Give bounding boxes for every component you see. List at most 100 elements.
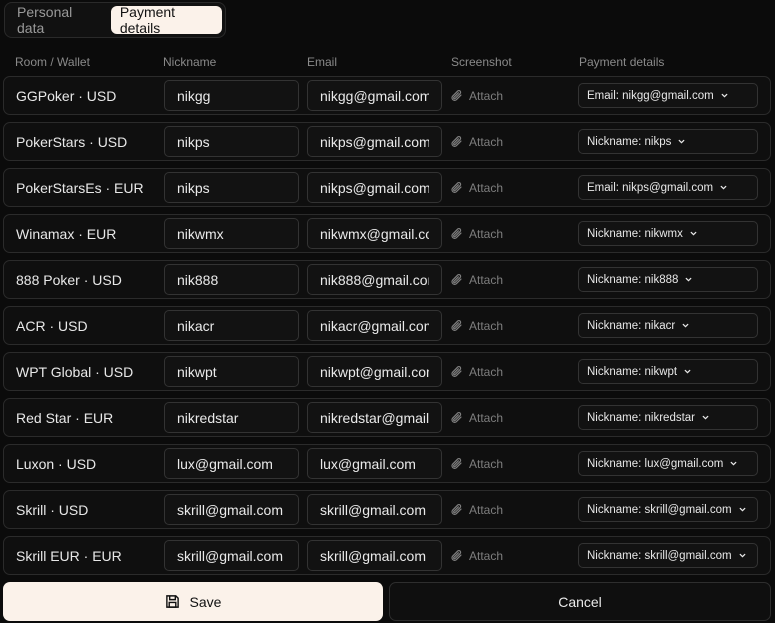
payment-details-select[interactable]: Nickname: nikwmx (578, 221, 758, 246)
header-screenshot: Screenshot (451, 55, 512, 69)
chevron-down-icon (681, 321, 690, 330)
attach-screenshot-button[interactable]: Attach (450, 123, 503, 160)
attach-label: Attach (469, 180, 504, 195)
email-field[interactable] (307, 356, 442, 387)
tab-personal-data[interactable]: Personal data (8, 4, 107, 36)
attach-label: Attach (469, 318, 504, 333)
tab-switcher: Personal data Payment details (4, 2, 226, 38)
payment-details-select[interactable]: Nickname: nikwpt (578, 359, 758, 384)
paperclip-icon (450, 135, 463, 148)
payment-details-value: Email: nikps@gmail.com (587, 181, 714, 194)
payment-details-value: Email: nikgg@gmail.com (587, 89, 714, 102)
header-nickname: Nickname (163, 55, 217, 69)
email-field[interactable] (307, 402, 442, 433)
email-field[interactable] (307, 80, 442, 111)
attach-label: Attach (469, 272, 504, 287)
attach-screenshot-button[interactable]: Attach (450, 307, 503, 344)
nickname-field[interactable] (164, 126, 299, 157)
payment-details-select[interactable]: Nickname: lux@gmail.com (578, 451, 758, 476)
room-wallet-label: PokerStarsEs · EUR (16, 179, 144, 196)
room-wallet-label: Skrill EUR · EUR (16, 547, 122, 564)
attach-label: Attach (469, 226, 504, 241)
table-row: PokerStarsEs · EUR Attach Email: nikps@gma… (3, 168, 771, 207)
payment-details-value: Nickname: lux@gmail.com (587, 457, 724, 470)
nickname-field[interactable] (164, 448, 299, 479)
room-wallet-label: 888 Poker · USD (16, 271, 122, 288)
table-row: Skrill EUR · EUR Attach Nickname: skrill@g… (3, 536, 771, 575)
payment-details-value: Nickname: nikps (587, 135, 672, 148)
payment-details-select[interactable]: Nickname: nikredstar (578, 405, 758, 430)
email-field[interactable] (307, 448, 442, 479)
chevron-down-icon (729, 459, 738, 468)
table-row: 888 Poker · USD Attach Nickname: nik888 (3, 260, 771, 299)
room-wallet-label: PokerStars · USD (16, 133, 128, 150)
email-field[interactable] (307, 172, 442, 203)
attach-label: Attach (469, 456, 504, 471)
paperclip-icon (450, 319, 463, 332)
nickname-field[interactable] (164, 540, 299, 571)
email-field[interactable] (307, 264, 442, 295)
attach-label: Attach (469, 502, 504, 517)
attach-screenshot-button[interactable]: Attach (450, 353, 503, 390)
table-row: Luxon · USD Attach Nickname: lux@gmail.com (3, 444, 771, 483)
attach-screenshot-button[interactable]: Attach (450, 537, 503, 574)
nickname-field[interactable] (164, 494, 299, 525)
paperclip-icon (450, 89, 463, 102)
nickname-field[interactable] (164, 80, 299, 111)
payment-details-value: Nickname: nik888 (587, 273, 679, 286)
cancel-button[interactable]: Cancel (389, 582, 771, 621)
table-row: ACR · USD Attach Nickname: nikacr (3, 306, 771, 345)
save-label: Save (189, 593, 222, 610)
attach-screenshot-button[interactable]: Attach (450, 491, 503, 528)
email-field[interactable] (307, 540, 442, 571)
nickname-field[interactable] (164, 310, 299, 341)
email-field[interactable] (307, 218, 442, 249)
chevron-down-icon (738, 505, 747, 514)
paperclip-icon (450, 503, 463, 516)
tab-payment-details[interactable]: Payment details (110, 4, 222, 36)
room-wallet-label: Skrill · USD (16, 501, 89, 518)
payment-details-select[interactable]: Email: nikps@gmail.com (578, 175, 758, 200)
nickname-field[interactable] (164, 356, 299, 387)
payment-details-select[interactable]: Nickname: nik888 (578, 267, 758, 292)
attach-label: Attach (469, 88, 504, 103)
attach-screenshot-button[interactable]: Attach (450, 399, 503, 436)
save-button[interactable]: Save (3, 582, 383, 621)
paperclip-icon (450, 365, 463, 378)
payment-details-select[interactable]: Nickname: skrill@gmail.com (578, 497, 758, 522)
room-wallet-label: WPT Global · USD (16, 363, 134, 380)
chevron-down-icon (719, 183, 728, 192)
chevron-down-icon (689, 229, 698, 238)
nickname-field[interactable] (164, 402, 299, 433)
floppy-disk-icon (165, 595, 179, 608)
table-row: WPT Global · USD Attach Nickname: nikwpt (3, 352, 771, 391)
payment-details-value: Nickname: nikwmx (587, 227, 683, 240)
header-payment-details: Payment details (579, 55, 665, 69)
cancel-label: Cancel (558, 593, 602, 610)
table-row: GGPoker · USD Attach Email: nikgg@gmail.co… (3, 76, 771, 115)
email-field[interactable] (307, 310, 442, 341)
attach-screenshot-button[interactable]: Attach (450, 445, 503, 482)
table-header: Room / Wallet Nickname Email Screenshot … (0, 55, 775, 69)
room-wallet-label: Luxon · USD (16, 455, 97, 472)
attach-label: Attach (469, 364, 504, 379)
table-row: PokerStars · USD Attach Nickname: nikps (3, 122, 771, 161)
payment-details-value: Nickname: skrill@gmail.com (587, 549, 732, 562)
attach-screenshot-button[interactable]: Attach (450, 169, 503, 206)
attach-screenshot-button[interactable]: Attach (450, 77, 503, 114)
payment-details-select[interactable]: Nickname: skrill@gmail.com (578, 543, 758, 568)
room-wallet-label: Red Star · EUR (16, 409, 114, 426)
payment-details-select[interactable]: Email: nikgg@gmail.com (578, 83, 758, 108)
nickname-field[interactable] (164, 218, 299, 249)
chevron-down-icon (684, 275, 693, 284)
nickname-field[interactable] (164, 172, 299, 203)
payment-details-select[interactable]: Nickname: nikacr (578, 313, 758, 338)
chevron-down-icon (720, 91, 729, 100)
nickname-field[interactable] (164, 264, 299, 295)
email-field[interactable] (307, 126, 442, 157)
attach-screenshot-button[interactable]: Attach (450, 261, 503, 298)
attach-screenshot-button[interactable]: Attach (450, 215, 503, 252)
email-field[interactable] (307, 494, 442, 525)
payment-details-select[interactable]: Nickname: nikps (578, 129, 758, 154)
chevron-down-icon (738, 551, 747, 560)
